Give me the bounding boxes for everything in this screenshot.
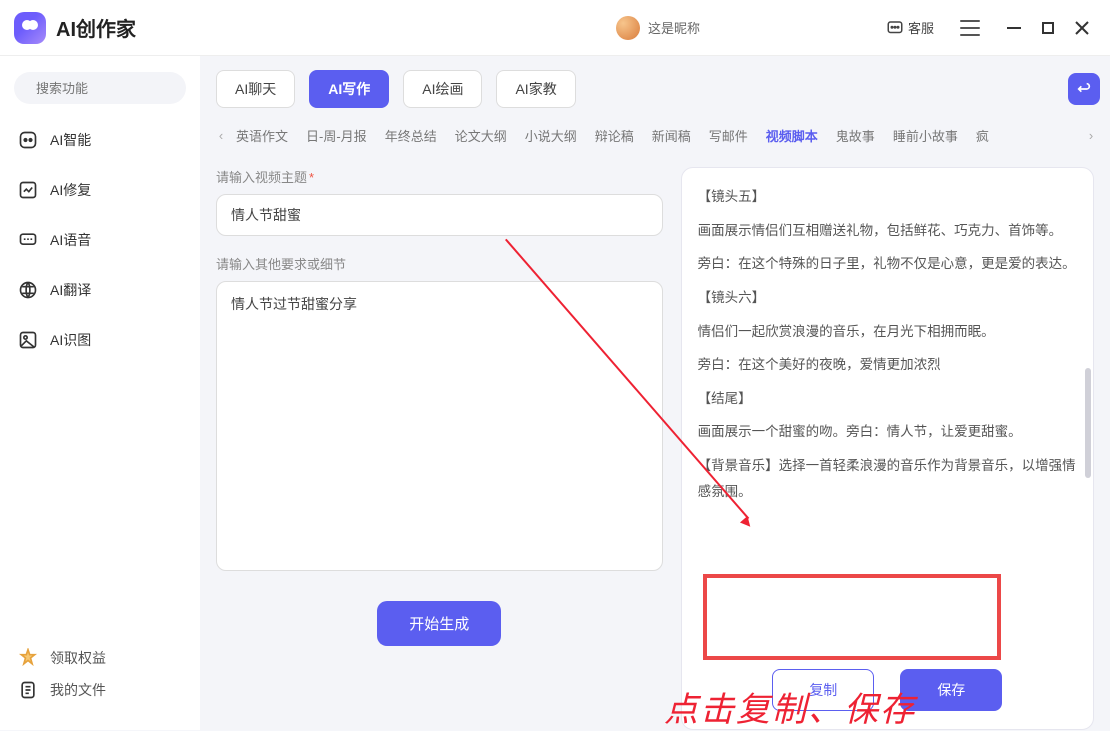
main-area: AI聊天 AI写作 AI绘画 AI家教 ‹ 英语作文日-周-月报年终总结论文大纲小说大…	[200, 56, 1110, 730]
output-line: 旁白：在这个美好的夜晚，爱情更加浓烈	[698, 352, 1077, 378]
subtab-8[interactable]: 视频脚本	[766, 122, 818, 149]
app-name: AI创作家	[56, 13, 136, 42]
sidebar-item-label: AI智能	[50, 130, 91, 150]
theme-label: 请输入视频主题*	[216, 167, 663, 186]
output-line: 【镜头六】	[698, 285, 1077, 311]
sidebar-item-0[interactable]: AI智能	[14, 124, 186, 156]
support-label: 客服	[908, 18, 934, 37]
support-button[interactable]: 客服	[880, 14, 940, 41]
output-line: 旁白：在这个特殊的日子里，礼物不仅是心意，更是爱的表达。	[698, 251, 1077, 277]
subtab-5[interactable]: 辩论稿	[595, 122, 634, 149]
save-button[interactable]: 保存	[900, 669, 1002, 711]
maximize-button[interactable]	[1034, 14, 1062, 42]
sidebar-item-label: AI修复	[50, 180, 91, 200]
sidebar-item-label: AI语音	[50, 230, 91, 250]
sidebar-item-1[interactable]: AI修复	[14, 174, 186, 206]
sidebar-item-4[interactable]: AI识图	[14, 324, 186, 356]
subtabs-next[interactable]: ›	[1082, 127, 1100, 145]
search-box[interactable]	[14, 72, 186, 104]
nickname-label: 这是昵称	[648, 18, 700, 37]
nav-icon	[18, 648, 38, 668]
generate-button[interactable]: 开始生成	[377, 601, 501, 646]
search-input[interactable]	[36, 81, 212, 96]
send-button[interactable]	[1068, 73, 1100, 105]
tab-2[interactable]: AI绘画	[403, 70, 482, 108]
app-body: AI智能AI修复AI语音AI翻译AI识图 领取权益我的文件 AI聊天AI写作AI…	[0, 56, 1110, 730]
scrollbar-thumb[interactable]	[1085, 368, 1091, 478]
sidebar-item-label: AI识图	[50, 330, 91, 350]
minimize-button[interactable]	[1000, 14, 1028, 42]
sidebar-bottom-label: 领取权益	[50, 648, 106, 668]
output-line: 情侣们一起欣赏浪漫的音乐，在月光下相拥而眠。	[698, 319, 1077, 345]
output-buttons: 复制 保存	[698, 659, 1077, 715]
sidebar-bottom-item-0[interactable]: 领取权益	[14, 642, 186, 674]
theme-input[interactable]	[216, 194, 663, 236]
sidebar-item-3[interactable]: AI翻译	[14, 274, 186, 306]
nav-icon	[18, 230, 38, 250]
tab-0[interactable]: AI聊天	[216, 70, 295, 108]
output-panel: 【镜头五】 画面展示情侣们互相赠送礼物，包括鲜花、巧克力、首饰等。 旁白：在这个…	[681, 167, 1094, 730]
sidebar: AI智能 AI修复 AI语音 AI翻译 AI识图 领取权益我的文件	[0, 56, 200, 730]
sidebar-item-label: AI翻译	[50, 280, 91, 300]
app-logo	[14, 12, 46, 44]
nav-icon	[18, 180, 38, 200]
copy-button[interactable]: 复制	[772, 669, 874, 711]
arrow-return-icon	[1076, 81, 1092, 97]
output-line: 【结尾】	[698, 386, 1077, 412]
tabs-row: AI聊天 AI写作 AI绘画 AI家教	[212, 70, 1104, 108]
subtab-10[interactable]: 睡前小故事	[893, 122, 958, 149]
nav-icon	[18, 280, 38, 300]
detail-textarea[interactable]	[216, 281, 663, 571]
subtab-3[interactable]: 论文大纲	[455, 122, 507, 149]
subtab-7[interactable]: 写邮件	[709, 122, 748, 149]
nav-icon	[18, 680, 38, 700]
subtab-2[interactable]: 年终总结	[385, 122, 437, 149]
subtab-0[interactable]: 英语作文	[236, 122, 288, 149]
sidebar-item-2[interactable]: AI语音	[14, 224, 186, 256]
nav-list: AI智能 AI修复 AI语音 AI翻译 AI识图	[14, 124, 186, 356]
sidebar-bottom: 领取权益我的文件	[14, 642, 186, 714]
detail-label: 请输入其他要求或细节	[216, 254, 663, 273]
tab-1[interactable]: AI写作	[309, 70, 389, 108]
tab-3[interactable]: AI家教	[496, 70, 575, 108]
subtabs-list: 英语作文日-周-月报年终总结论文大纲小说大纲辩论稿新闻稿写邮件视频脚本鬼故事睡前…	[236, 122, 1076, 149]
output-line: 画面展示情侣们互相赠送礼物，包括鲜花、巧克力、首饰等。	[698, 218, 1077, 244]
subtab-9[interactable]: 鬼故事	[836, 122, 875, 149]
close-icon	[1075, 21, 1089, 35]
chat-icon	[886, 19, 904, 37]
nav-icon	[18, 130, 38, 150]
subtab-1[interactable]: 日-周-月报	[306, 122, 367, 149]
output-line: 【镜头五】	[698, 184, 1077, 210]
subtabs-row: ‹ 英语作文日-周-月报年终总结论文大纲小说大纲辩论稿新闻稿写邮件视频脚本鬼故事…	[212, 108, 1104, 149]
output-line: 【背景音乐】选择一首轻柔浪漫的音乐作为背景音乐，以增强情感氛围。	[698, 453, 1077, 504]
close-button[interactable]	[1068, 14, 1096, 42]
subtab-6[interactable]: 新闻稿	[652, 122, 691, 149]
subtabs-prev[interactable]: ‹	[212, 127, 230, 145]
output-text: 【镜头五】 画面展示情侣们互相赠送礼物，包括鲜花、巧克力、首饰等。 旁白：在这个…	[698, 184, 1077, 659]
nav-icon	[18, 330, 38, 350]
menu-icon[interactable]	[960, 20, 980, 36]
sidebar-bottom-item-1[interactable]: 我的文件	[14, 674, 186, 706]
titlebar: AI创作家 这是昵称 客服	[0, 0, 1110, 56]
sidebar-bottom-label: 我的文件	[50, 680, 106, 700]
content-row: 请输入视频主题* 请输入其他要求或细节 开始生成 【镜头五】 画面展示情侣们互相…	[212, 149, 1104, 730]
form-panel: 请输入视频主题* 请输入其他要求或细节 开始生成	[216, 167, 663, 730]
output-line: 画面展示一个甜蜜的吻。旁白：情人节，让爱更甜蜜。	[698, 419, 1077, 445]
subtab-11[interactable]: 疯	[976, 122, 989, 149]
avatar[interactable]	[616, 16, 640, 40]
subtab-4[interactable]: 小说大纲	[525, 122, 577, 149]
